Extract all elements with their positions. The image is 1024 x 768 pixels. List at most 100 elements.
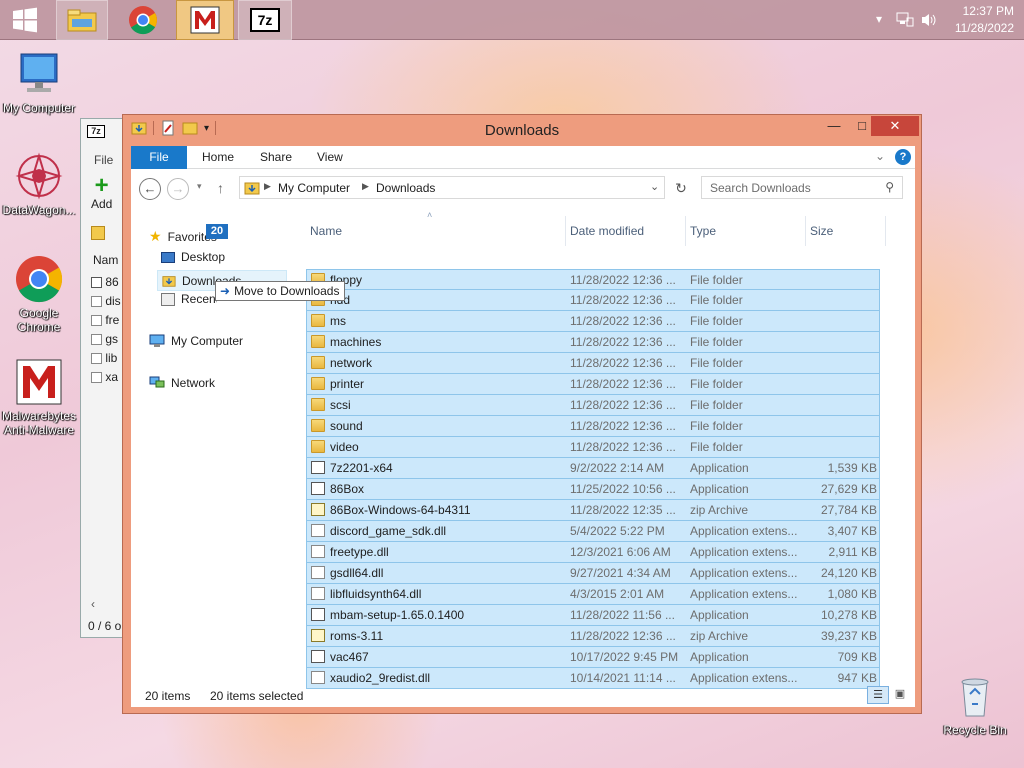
table-row[interactable]: network 11/28/2022 12:36 ... File folder — [306, 353, 880, 374]
file-type: File folder — [690, 377, 743, 391]
list-item[interactable]: xa — [91, 368, 121, 387]
plus-icon: + — [94, 172, 109, 199]
file-size: 27,629 KB — [820, 482, 877, 496]
folder-icon — [311, 419, 325, 432]
nav-desktop[interactable]: Desktop — [161, 250, 225, 264]
close-button[interactable]: ✕ — [871, 116, 919, 136]
desktop-icon-malwarebytes[interactable]: Malwarebytes Anti-Malware — [0, 358, 78, 437]
nav-network[interactable]: Network — [149, 376, 215, 390]
file-date: 10/17/2022 9:45 PM — [570, 650, 679, 664]
file-date: 11/28/2022 12:35 ... — [570, 503, 676, 517]
breadcrumb-current[interactable]: Downloads — [376, 181, 435, 195]
taskbar-malwarebytes[interactable] — [176, 0, 234, 40]
desktop-icon-chrome[interactable]: Google Chrome — [0, 255, 78, 334]
ribbon-expand-icon[interactable]: ⌄ — [875, 149, 885, 163]
table-row[interactable]: discord_game_sdk.dll 5/4/2022 5:22 PM Appl… — [306, 521, 880, 542]
windows-logo-icon — [13, 7, 37, 33]
breadcrumb-separator-icon[interactable]: ▶ — [264, 181, 271, 192]
folder-icon — [311, 335, 325, 348]
table-row[interactable]: roms-3.11 11/28/2022 12:36 ... zip Archive… — [306, 626, 880, 647]
table-row[interactable]: floppy 11/28/2022 12:36 ... File folder — [306, 269, 880, 290]
7zip-add-button[interactable]: + Add — [91, 172, 112, 212]
column-header-size[interactable]: Size — [806, 216, 886, 246]
column-header-name[interactable]: Name — [306, 216, 566, 246]
tab-home[interactable]: Home — [189, 146, 247, 169]
search-box[interactable]: Search Downloads ⚲ — [701, 176, 903, 199]
search-icon[interactable]: ⚲ — [885, 180, 894, 194]
start-button[interactable] — [0, 0, 50, 40]
window-title: Downloads — [484, 122, 560, 139]
tab-file[interactable]: File — [131, 146, 187, 169]
column-header-type[interactable]: Type — [686, 216, 806, 246]
address-dropdown-icon[interactable]: ⌄ — [650, 180, 659, 193]
file-list[interactable]: ˄ Name Date modified Type Size floppy 11/… — [306, 208, 915, 689]
refresh-button[interactable]: ↻ — [671, 178, 691, 198]
table-row[interactable]: gsdll64.dll 9/27/2021 4:34 AM Application … — [306, 563, 880, 584]
nav-recent-places[interactable]: Recent places — [161, 292, 217, 306]
table-row[interactable]: freetype.dll 12/3/2021 6:06 AM Application… — [306, 542, 880, 563]
list-item[interactable]: 86 — [91, 273, 121, 292]
table-row[interactable]: libfluidsynth64.dll 4/3/2015 2:01 AM Appli… — [306, 584, 880, 605]
table-row[interactable]: ms 11/28/2022 12:36 ... File folder — [306, 311, 880, 332]
7zip-title-icon: 7z — [87, 125, 105, 138]
file-size: 1,539 KB — [827, 461, 877, 475]
table-row[interactable]: hdd 11/28/2022 12:36 ... File folder — [306, 290, 880, 311]
file-size: 2,911 KB — [828, 545, 877, 559]
minimize-button[interactable]: — — [820, 116, 848, 136]
list-item[interactable]: lib — [91, 349, 121, 368]
large-icons-view-icon[interactable]: ▣ — [891, 686, 909, 704]
list-item[interactable]: gs — [91, 330, 121, 349]
list-item[interactable]: fre — [91, 311, 121, 330]
back-button[interactable]: ← — [139, 178, 161, 200]
clock[interactable]: 12:37 PM 11/28/2022 — [955, 3, 1014, 37]
star-icon: ★ — [149, 228, 162, 244]
dll-file-icon — [311, 524, 325, 537]
desktop-icon-recycle-bin[interactable]: Recycle Bin — [936, 672, 1014, 737]
table-row[interactable]: 86Box 11/25/2022 10:56 ... Application 27,6… — [306, 479, 880, 500]
search-input[interactable]: Search Downloads — [710, 181, 811, 195]
desktop-icon-my-computer[interactable]: My Computer — [0, 50, 78, 115]
table-row[interactable]: sound 11/28/2022 12:36 ... File folder — [306, 416, 880, 437]
title-bar[interactable]: ▾ Downloads — □ ✕ — [123, 115, 921, 145]
table-row[interactable]: vac467 10/17/2022 9:45 PM Application 709 K… — [306, 647, 880, 668]
column-header-date[interactable]: Date modified — [566, 216, 686, 246]
7zip-scroll-left[interactable]: ‹ — [91, 597, 95, 611]
taskbar-7zip[interactable]: 7z — [238, 0, 292, 40]
tab-share[interactable]: Share — [247, 146, 305, 169]
7zip-up-icon[interactable] — [91, 226, 105, 240]
file-type: Application — [690, 650, 749, 664]
volume-icon[interactable] — [920, 12, 938, 31]
desktop-icon-datawagon[interactable]: DataWagon... — [0, 152, 78, 217]
7zip-col-name[interactable]: Nam — [93, 253, 118, 267]
file-name: vac467 — [330, 650, 369, 664]
file-name: printer — [330, 377, 365, 391]
show-hidden-icons[interactable]: ▾ — [876, 12, 882, 26]
taskbar-chrome[interactable] — [116, 0, 170, 40]
table-row[interactable]: machines 11/28/2022 12:36 ... File folder — [306, 332, 880, 353]
7zip-menu-file[interactable]: File — [94, 153, 113, 167]
recent-locations-icon[interactable]: ▾ — [197, 181, 202, 192]
table-row[interactable]: video 11/28/2022 12:36 ... File folder — [306, 437, 880, 458]
recent-places-icon — [161, 292, 175, 306]
up-button[interactable]: ↑ — [217, 180, 224, 196]
details-view-icon[interactable]: ☰ — [867, 686, 889, 704]
selection-count: 20 items selected — [210, 689, 304, 703]
table-row[interactable]: 7z2201-x64 9/2/2022 2:14 AM Application 1,5… — [306, 458, 880, 479]
help-icon[interactable]: ? — [895, 149, 911, 165]
nav-my-computer[interactable]: My Computer — [149, 334, 243, 348]
explorer-window[interactable]: ▾ Downloads — □ ✕ File Home Share View ⌄… — [122, 114, 922, 714]
network-tray-icon[interactable] — [896, 12, 914, 31]
table-row[interactable]: mbam-setup-1.65.0.1400 11/28/2022 11:56 .… — [306, 605, 880, 626]
table-row[interactable]: 86Box-Windows-64-b4311 11/28/2022 12:35 .… — [306, 500, 880, 521]
taskbar-file-explorer[interactable] — [56, 0, 108, 40]
file-date: 11/28/2022 12:36 ... — [570, 440, 676, 454]
breadcrumb-separator-icon[interactable]: ▶ — [362, 181, 369, 192]
address-bar[interactable]: ▶ My Computer ▶ Downloads ⌄ — [239, 176, 665, 199]
tab-view[interactable]: View — [304, 146, 356, 169]
breadcrumb-root[interactable]: My Computer — [278, 181, 350, 195]
table-row[interactable]: scsi 11/28/2022 12:36 ... File folder — [306, 395, 880, 416]
table-row[interactable]: printer 11/28/2022 12:36 ... File folder — [306, 374, 880, 395]
list-item[interactable]: dis — [91, 292, 121, 311]
7zip-list: 86 dis fre gs lib xa — [91, 273, 121, 387]
forward-button[interactable]: → — [167, 178, 189, 200]
